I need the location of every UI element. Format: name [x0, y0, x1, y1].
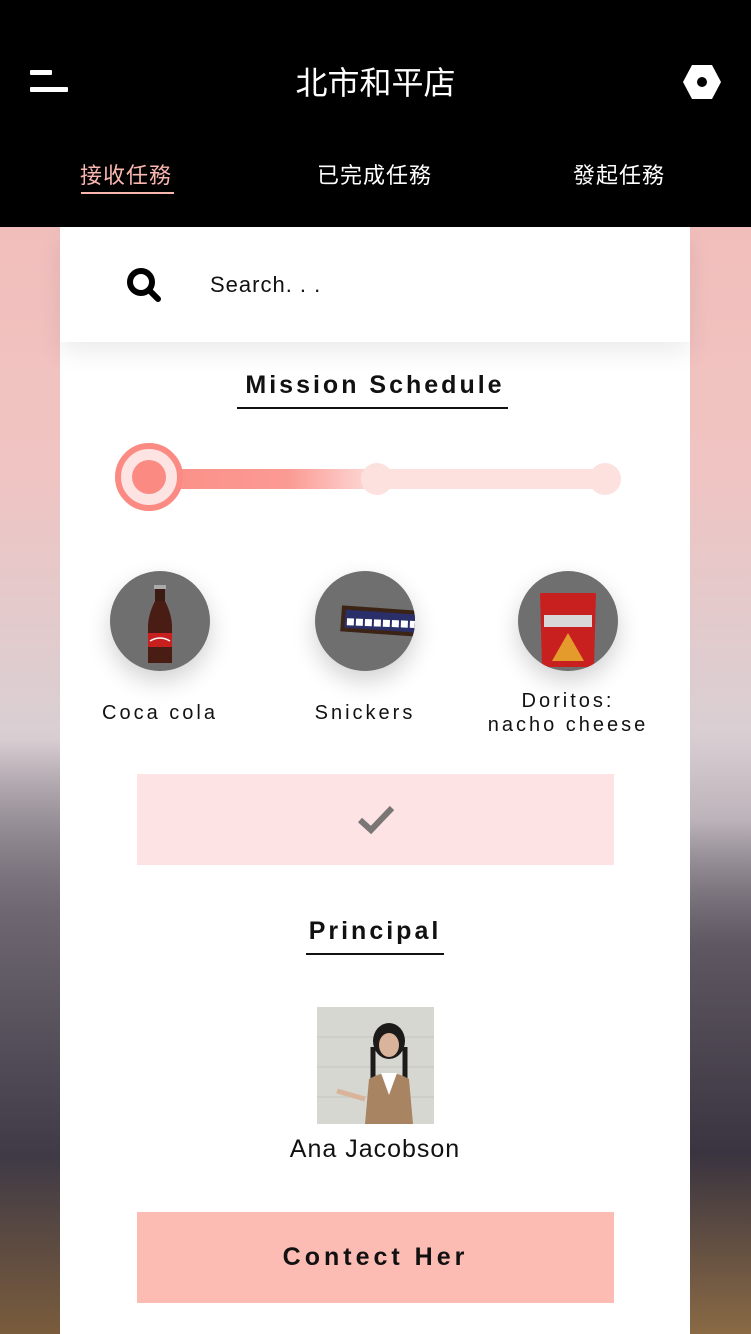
progress-step-current: [115, 443, 183, 511]
mission-schedule-heading: Mission Schedule: [245, 371, 505, 399]
mission-schedule-underline: [237, 407, 508, 409]
tab-initiate-tasks[interactable]: 發起任務: [573, 158, 665, 190]
item-label: Coca cola: [102, 702, 218, 724]
search-bar: [60, 227, 690, 342]
mission-card: Mission Schedule Coca cola: [60, 227, 690, 1334]
snickers-bar-icon: [315, 571, 415, 671]
item-label: Doritos: nacho cheese: [487, 690, 649, 736]
item-label: Snickers: [314, 702, 416, 724]
avatar: [317, 1007, 434, 1124]
settings-icon[interactable]: [682, 64, 722, 100]
search-icon[interactable]: [126, 267, 162, 303]
coca-cola-bottle-icon: [110, 571, 210, 671]
principal-underline: [306, 953, 444, 955]
progress-step-2: [361, 463, 393, 495]
search-input[interactable]: [210, 267, 610, 303]
contact-button[interactable]: Contect Her: [137, 1212, 614, 1303]
mission-progress: [115, 443, 635, 515]
mission-item[interactable]: Coca cola: [60, 571, 260, 725]
tab-received-tasks[interactable]: 接收任務: [80, 158, 172, 190]
doritos-bag-icon: [518, 571, 618, 671]
confirm-button[interactable]: [137, 774, 614, 865]
tab-bar: 接收任務 已完成任務 發起任務: [0, 150, 751, 210]
background-forest-left: [0, 740, 60, 1334]
tab-completed-tasks[interactable]: 已完成任務: [317, 158, 432, 190]
page-title: 北市和平店: [295, 64, 456, 102]
mission-items: Coca cola Snickers Doritos: nacho cheese: [60, 571, 690, 751]
principal-name: Ana Jacobson: [289, 1135, 461, 1163]
background-forest-right: [689, 820, 751, 1334]
check-icon: [357, 802, 395, 836]
top-bar: 北市和平店 接收任務 已完成任務 發起任務: [0, 0, 751, 227]
progress-step-3: [589, 463, 621, 495]
mission-item[interactable]: Doritos: nacho cheese: [468, 571, 668, 737]
active-tab-indicator: [81, 192, 174, 194]
mission-item[interactable]: Snickers: [265, 571, 465, 725]
principal-heading: Principal: [308, 917, 442, 945]
